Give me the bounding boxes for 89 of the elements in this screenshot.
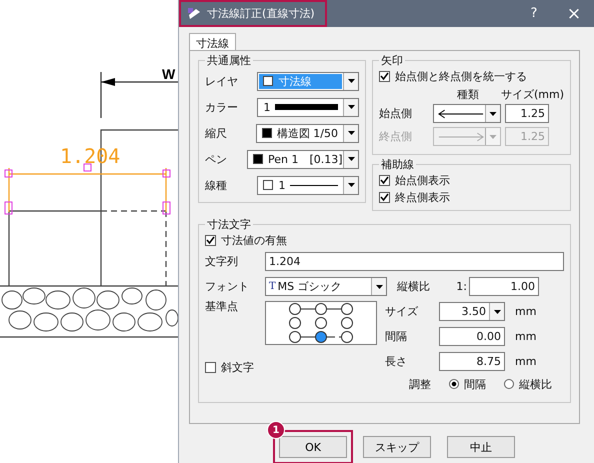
number-field[interactable]: 8.75 — [439, 352, 505, 371]
size-dropdown[interactable]: 3.50 — [439, 302, 505, 321]
checkbox-label: 斜文字 — [221, 360, 254, 375]
checkbox[interactable] — [205, 235, 216, 246]
size-field[interactable]: 1.25 — [505, 104, 549, 123]
checkbox[interactable] — [379, 71, 390, 82]
field-label: 調整 — [409, 376, 431, 392]
anchor-point[interactable] — [341, 303, 353, 315]
column-header: サイズ(mm) — [500, 87, 564, 102]
dropdown-value: 寸法線 — [278, 74, 312, 88]
field-label: 基準点 — [205, 299, 239, 314]
tab[interactable]: 寸法線 — [189, 33, 236, 50]
checkbox-label: 終点側表示 — [395, 190, 450, 205]
checkbox[interactable] — [379, 175, 390, 186]
field-label: 長さ — [385, 354, 408, 369]
arrow-dropdown[interactable] — [433, 104, 501, 123]
checkbox-label: 始点側と終点側を統一する — [395, 69, 527, 84]
text-field[interactable]: 1.204 — [265, 252, 564, 271]
anchor-point[interactable] — [289, 317, 301, 329]
field-label: 縮尺 — [205, 126, 228, 140]
anchor-point[interactable] — [315, 303, 327, 315]
dialog-button[interactable]: スキップ — [363, 436, 431, 458]
dropdown[interactable]: 構造図 1/50 — [256, 124, 359, 142]
font-dropdown[interactable]: T MS ゴシック — [265, 277, 387, 296]
radio-button[interactable] — [504, 379, 514, 389]
arrow-icon — [437, 132, 485, 142]
field-label: ペン — [205, 152, 228, 166]
field-label: 線種 — [205, 178, 228, 192]
ratio-prefix: 1: — [455, 280, 468, 293]
caret-icon — [494, 310, 500, 314]
field-label: 間隔 — [385, 329, 408, 344]
anchor-point[interactable] — [341, 331, 353, 343]
number-field[interactable]: 0.00 — [439, 327, 505, 346]
column-header: 種類 — [457, 87, 480, 102]
unit-label: mm — [515, 355, 536, 368]
radio-label: 縦横比 — [519, 376, 552, 392]
field-label: サイズ — [385, 304, 419, 319]
field-label: フォント — [205, 279, 250, 294]
anchor-point[interactable] — [315, 331, 327, 343]
radio-label: 間隔 — [464, 376, 486, 392]
field-label: レイヤ — [205, 74, 239, 88]
dropdown-value: MS ゴシック — [278, 279, 342, 294]
group-title: 補助線 — [380, 157, 415, 172]
line-icon — [290, 184, 338, 186]
group-title: 矢印 — [380, 53, 404, 68]
window-title: 寸法線訂正(直線寸法) — [179, 0, 327, 27]
dropdown-value: 1 — [263, 100, 270, 114]
anchor-point[interactable] — [289, 331, 301, 343]
checkbox[interactable] — [205, 362, 216, 373]
close-button[interactable]: × — [554, 4, 594, 24]
app-icon — [187, 7, 201, 20]
dropdown-value: 構造図 1/50 — [276, 126, 338, 140]
field-label: 縦横比 — [397, 279, 431, 294]
field-label: 文字列 — [205, 254, 239, 269]
ratio-field[interactable]: 1.00 — [469, 277, 539, 296]
dialog-button[interactable]: 中止 — [447, 436, 515, 458]
font-type-icon: T — [269, 281, 276, 292]
arrow-icon — [437, 108, 485, 118]
dialog-button[interactable]: OK — [279, 436, 347, 458]
field-label: カラー — [205, 100, 239, 114]
dropdown[interactable]: Pen 1 [0.13] — [247, 150, 359, 168]
dropdown-value: 1 — [278, 178, 286, 192]
anchor-point[interactable] — [341, 317, 353, 329]
checkbox-label: 寸法値の有無 — [221, 233, 287, 248]
field-label: 始点側 — [379, 106, 413, 121]
unit-label: mm — [515, 305, 536, 318]
checkbox-label: 始点側表示 — [395, 173, 450, 188]
radio-button[interactable] — [449, 379, 459, 389]
color-bar-icon — [275, 104, 338, 110]
caret-icon — [348, 79, 354, 83]
group-title: 共通属性 — [206, 53, 252, 68]
dropdown-value: Pen 1 — [268, 152, 298, 166]
anchor-point[interactable] — [289, 303, 301, 315]
field-label: 終点側 — [379, 129, 413, 144]
caret-icon — [348, 131, 354, 135]
caret-icon — [348, 105, 354, 109]
dropdown-value: [0.13] — [309, 152, 342, 166]
group-title: 寸法文字 — [206, 217, 252, 232]
dimension-label: W — [162, 66, 176, 82]
dropdown[interactable]: 1 — [257, 176, 359, 194]
unit-label: mm — [515, 330, 536, 343]
help-button[interactable]: ? — [514, 6, 554, 21]
checkbox[interactable] — [379, 192, 390, 203]
caret-icon — [348, 157, 354, 161]
dropdown[interactable]: 1 — [257, 98, 359, 116]
caret-icon — [348, 183, 354, 187]
caret-icon — [376, 284, 382, 288]
dropdown-value: 3.50 — [462, 305, 486, 318]
anchor-point[interactable] — [315, 317, 327, 329]
